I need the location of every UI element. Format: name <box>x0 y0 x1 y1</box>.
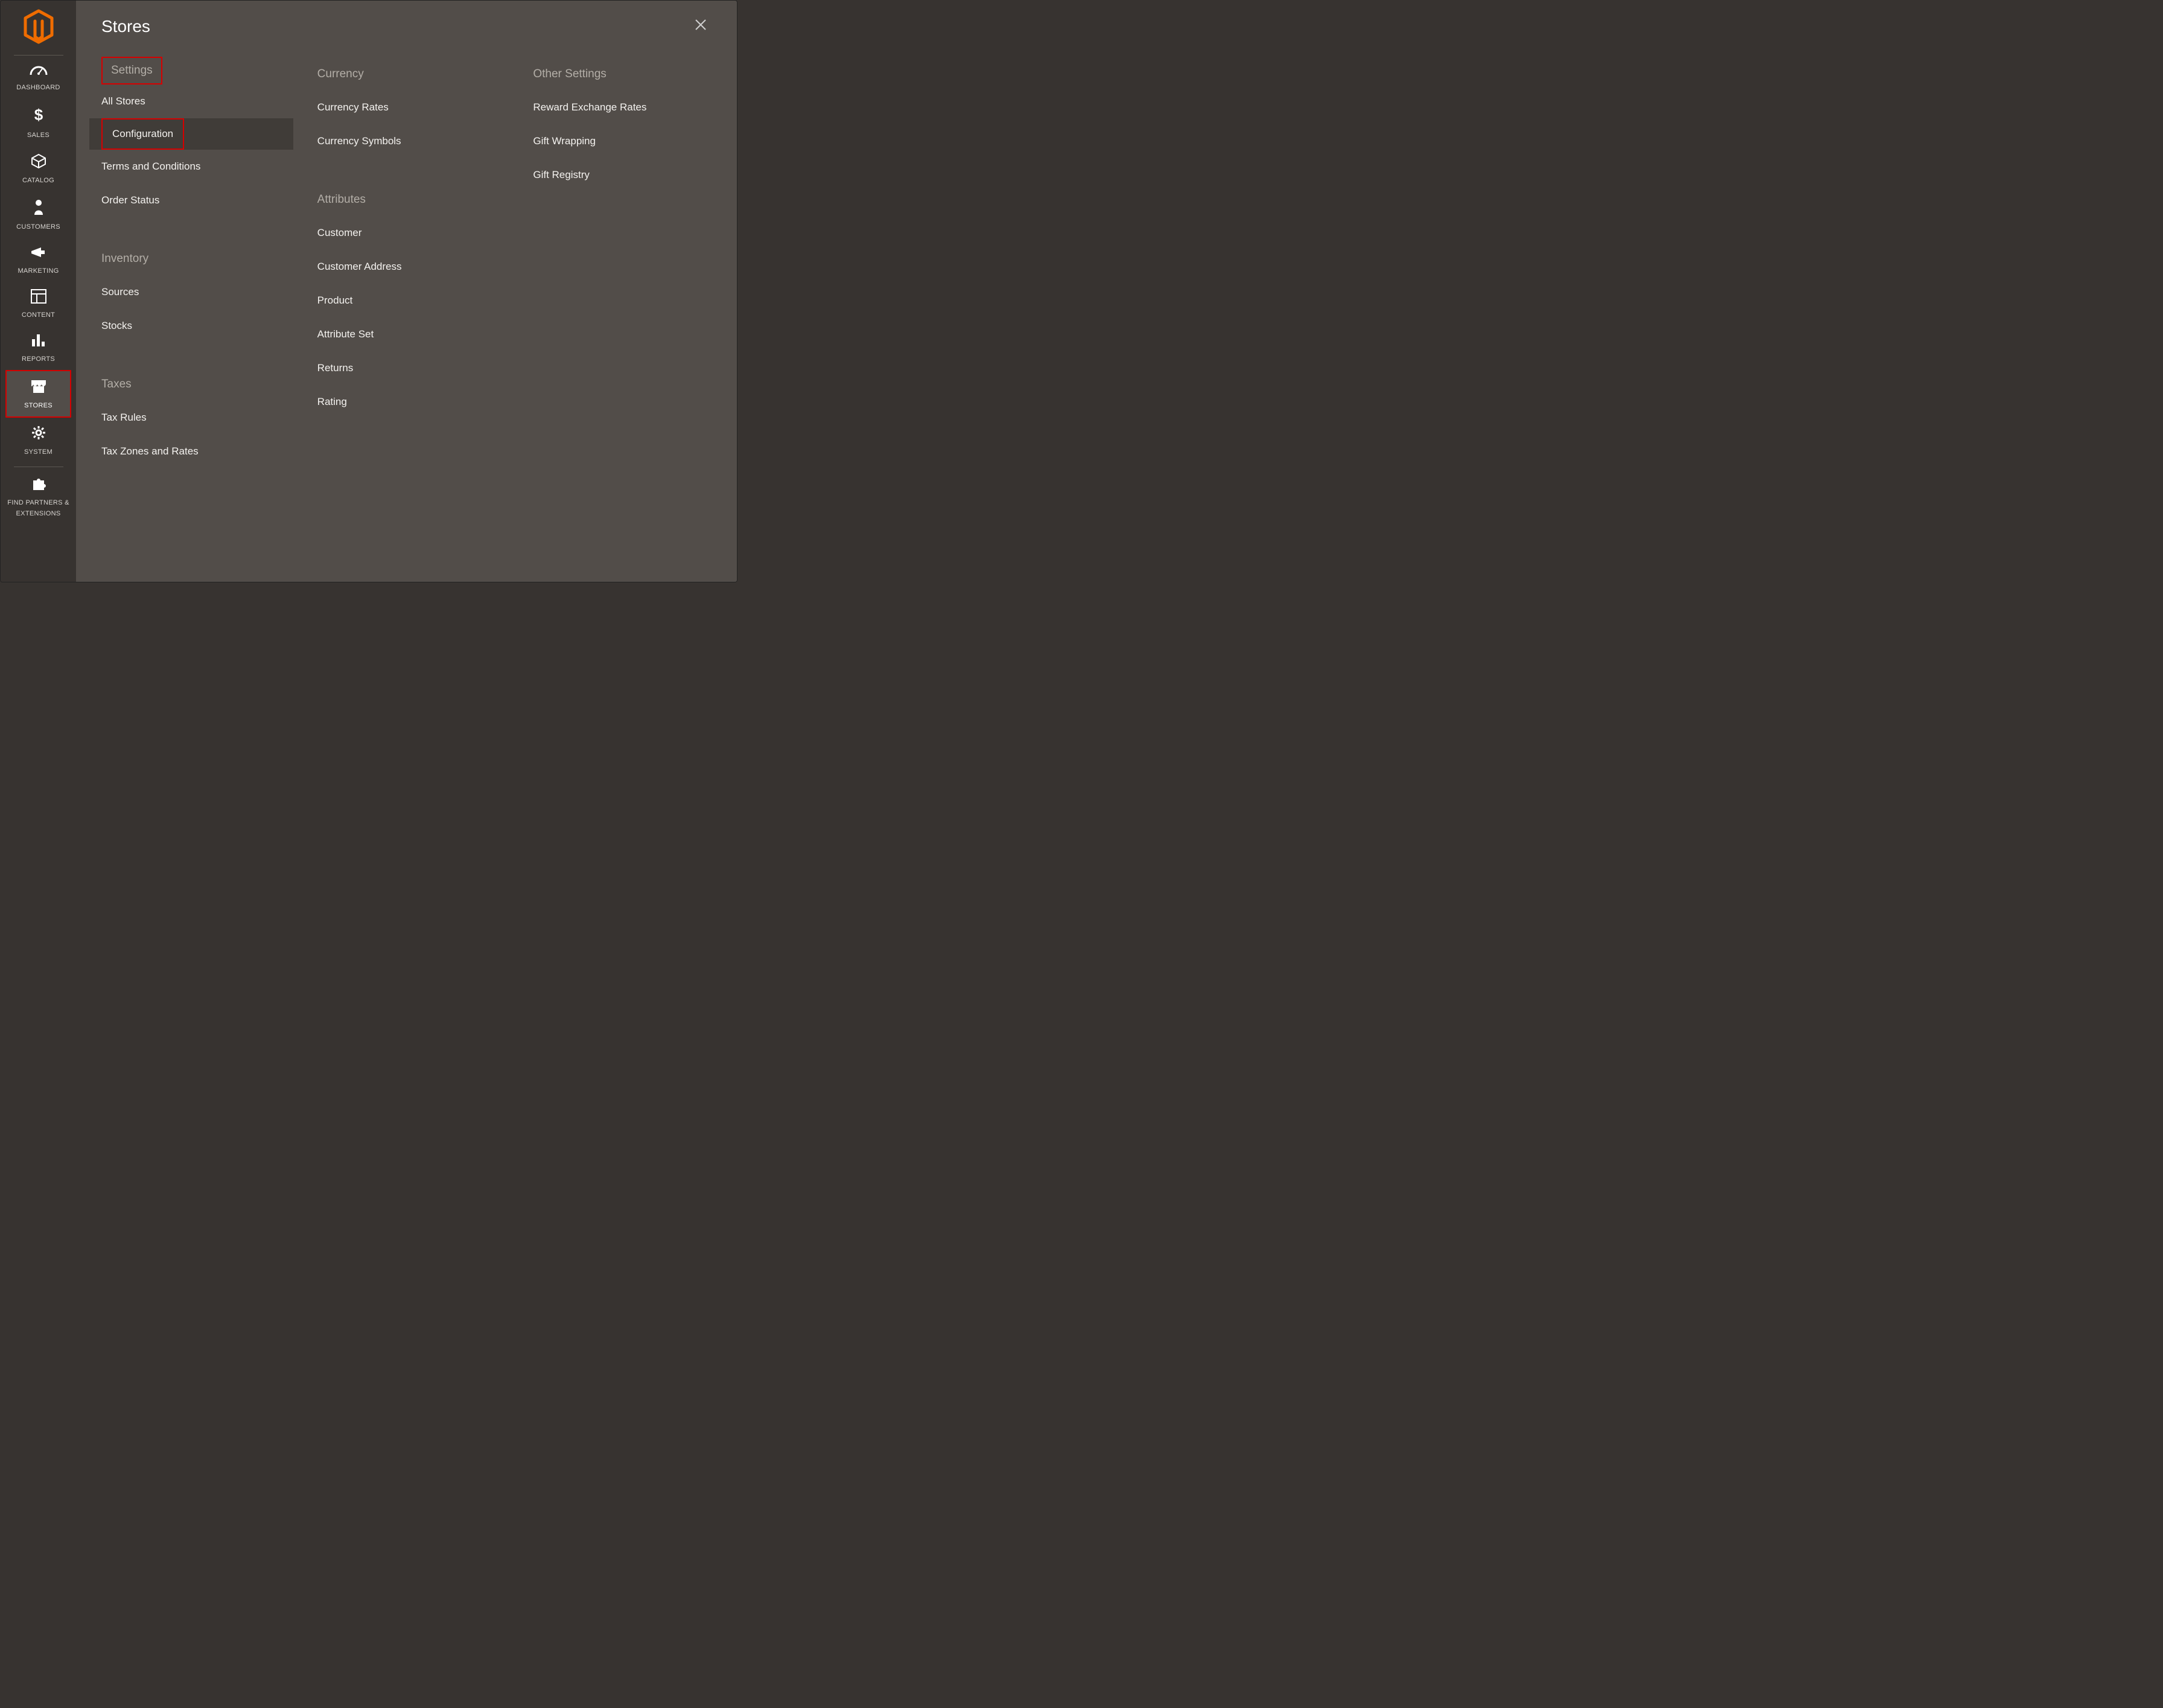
menu-item-order-status[interactable]: Order Status <box>89 183 293 217</box>
nav-marketing[interactable]: MARKETING <box>1 238 76 282</box>
section-title-inventory: Inventory <box>89 241 293 275</box>
section-title-taxes: Taxes <box>89 367 293 401</box>
section-title-other-settings: Other Settings <box>521 57 725 91</box>
person-icon <box>1 199 76 218</box>
section-title-currency: Currency <box>305 57 509 91</box>
close-icon <box>693 24 708 34</box>
nav-system[interactable]: SYSTEM <box>1 418 76 463</box>
dollar-icon: $ <box>1 106 76 127</box>
menu-item-configuration[interactable]: Configuration <box>101 118 184 150</box>
panel-column-2: Currency Currency Rates Currency Symbols… <box>305 57 521 468</box>
menu-item-stocks[interactable]: Stocks <box>89 309 293 343</box>
nav-customers[interactable]: CUSTOMERS <box>1 191 76 238</box>
nav-label: DASHBOARD <box>16 84 60 91</box>
nav-reports[interactable]: REPORTS <box>1 326 76 370</box>
menu-item-configuration-row[interactable]: Configuration <box>89 118 293 150</box>
nav-sales[interactable]: $ SALES <box>1 98 76 146</box>
panel-body: Settings All Stores Configuration Terms … <box>76 57 737 468</box>
close-button[interactable] <box>690 14 712 39</box>
menu-item-returns[interactable]: Returns <box>305 351 509 385</box>
nav-stores[interactable]: STORES <box>5 370 71 418</box>
nav-label: SALES <box>27 132 49 139</box>
menu-item-attribute-set[interactable]: Attribute Set <box>305 317 509 351</box>
menu-item-rating[interactable]: Rating <box>305 385 509 419</box>
stores-flyout-panel: Stores Settings All Stores Configuration… <box>76 1 737 582</box>
nav-content[interactable]: CONTENT <box>1 282 76 326</box>
nav-label: REPORTS <box>22 355 55 363</box>
menu-item-currency-rates[interactable]: Currency Rates <box>305 91 509 124</box>
menu-item-gift-wrapping[interactable]: Gift Wrapping <box>521 124 725 158</box>
menu-item-sources[interactable]: Sources <box>89 275 293 309</box>
layout-icon <box>1 289 76 307</box>
panel-title: Stores <box>101 17 150 36</box>
storefront-icon <box>7 378 70 397</box>
section-title-settings: Settings <box>101 57 162 84</box>
section-title-attributes: Attributes <box>305 182 509 216</box>
menu-item-terms-and-conditions[interactable]: Terms and Conditions <box>89 150 293 183</box>
nav-label: CUSTOMERS <box>16 223 60 231</box>
nav-label: FIND PARTNERS & EXTENSIONS <box>7 499 69 517</box>
dashboard-gauge-icon <box>1 63 76 79</box>
panel-header: Stores <box>76 14 737 57</box>
menu-item-tax-zones-and-rates[interactable]: Tax Zones and Rates <box>89 435 293 468</box>
logo-wrap <box>14 1 63 56</box>
svg-text:$: $ <box>34 106 43 124</box>
nav-label: SYSTEM <box>24 448 53 456</box>
nav-catalog[interactable]: CATALOG <box>1 146 76 191</box>
panel-column-3: Other Settings Reward Exchange Rates Gif… <box>521 57 737 468</box>
nav-find-partners[interactable]: FIND PARTNERS & EXTENSIONS <box>1 470 76 524</box>
puzzle-icon <box>1 477 76 494</box>
box-icon <box>1 153 76 172</box>
megaphone-icon <box>1 245 76 263</box>
panel-column-1: Settings All Stores Configuration Terms … <box>76 57 305 468</box>
gear-icon <box>1 425 76 444</box>
menu-item-all-stores[interactable]: All Stores <box>89 84 293 118</box>
admin-app: DASHBOARD $ SALES CATALOG CUSTOMERS <box>0 0 737 582</box>
menu-item-tax-rules[interactable]: Tax Rules <box>89 401 293 435</box>
admin-sidebar: DASHBOARD $ SALES CATALOG CUSTOMERS <box>1 1 76 582</box>
nav-label: CATALOG <box>22 177 54 184</box>
nav-label: STORES <box>24 402 53 409</box>
magento-logo-icon <box>23 9 54 44</box>
menu-item-gift-registry[interactable]: Gift Registry <box>521 158 725 192</box>
menu-item-product[interactable]: Product <box>305 284 509 317</box>
menu-item-customer-address[interactable]: Customer Address <box>305 250 509 284</box>
nav-dashboard[interactable]: DASHBOARD <box>1 56 76 98</box>
nav-label: MARKETING <box>18 267 59 275</box>
menu-item-currency-symbols[interactable]: Currency Symbols <box>305 124 509 158</box>
admin-nav: DASHBOARD $ SALES CATALOG CUSTOMERS <box>1 56 76 524</box>
menu-item-customer[interactable]: Customer <box>305 216 509 250</box>
bar-chart-icon <box>1 333 76 351</box>
menu-item-reward-exchange-rates[interactable]: Reward Exchange Rates <box>521 91 725 124</box>
nav-label: CONTENT <box>22 311 55 319</box>
